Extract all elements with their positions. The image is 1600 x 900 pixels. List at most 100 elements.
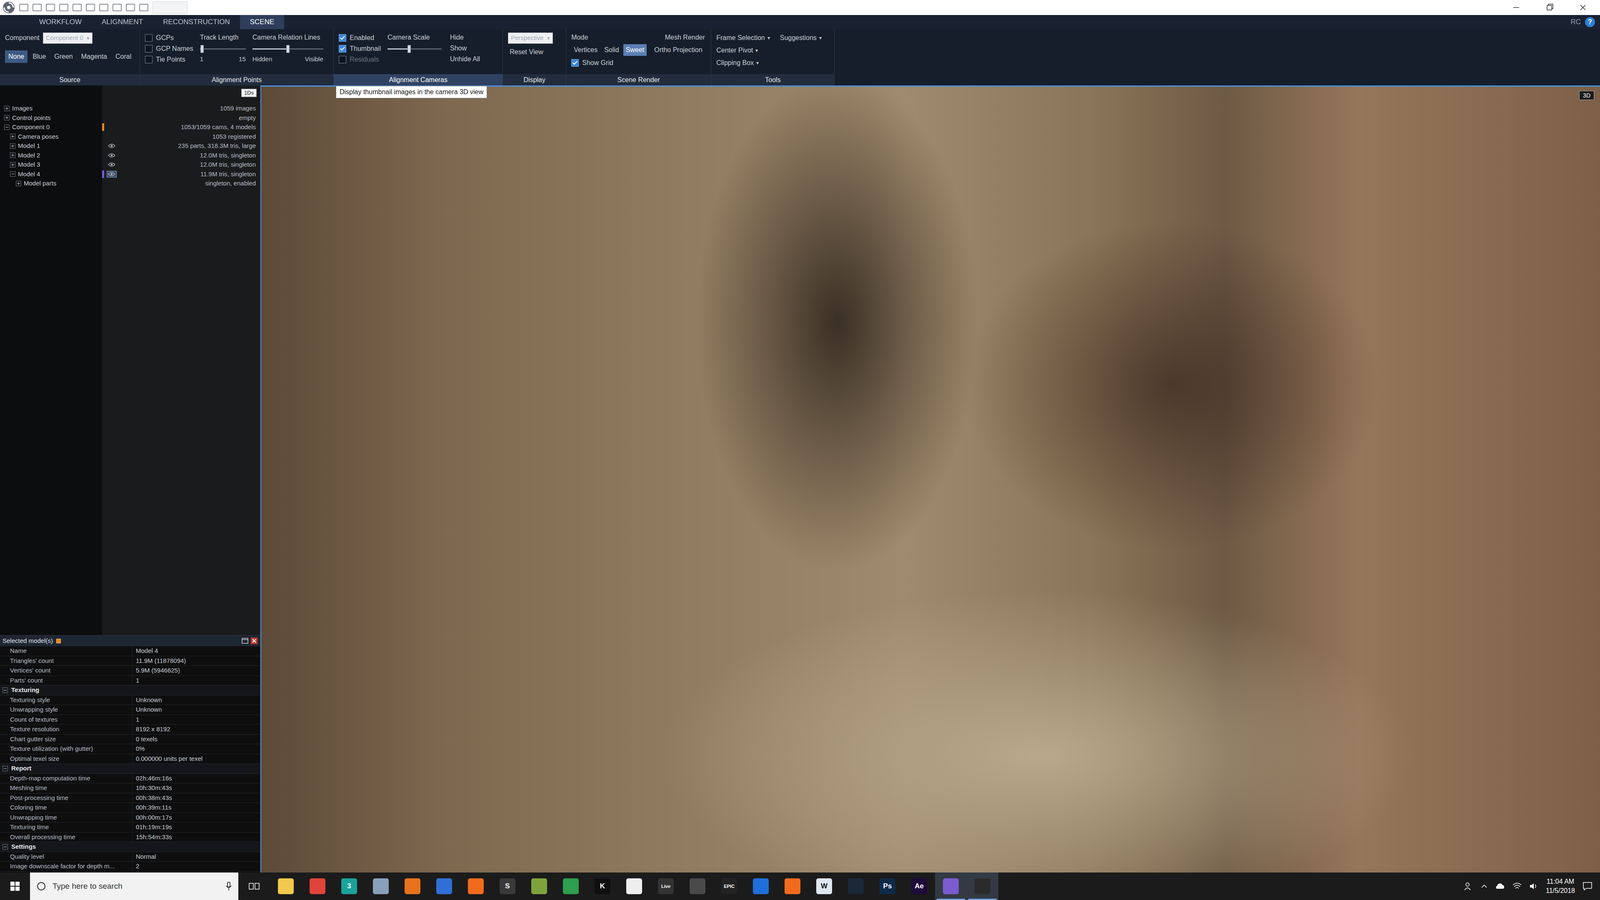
taskbar-app[interactable] [428,872,460,900]
people-icon[interactable] [1464,881,1474,891]
taskbar-app[interactable] [935,872,967,900]
restore-icon[interactable] [1535,0,1565,15]
help-button[interactable]: ? [1585,17,1595,28]
taskbar-app[interactable] [460,872,492,900]
taskbar-app[interactable] [776,872,809,900]
panel-badge[interactable]: 1Ds [241,88,257,98]
microphone-icon[interactable] [225,881,232,891]
taskbar-app[interactable] [840,872,872,900]
taskbar-app[interactable]: K [586,872,619,900]
layout-icon[interactable] [72,3,82,12]
clock[interactable]: 11:04 AM11/5/2018 [1545,877,1575,896]
slider-track[interactable] [387,48,442,50]
checkbox[interactable] [571,59,579,67]
layout-icon[interactable] [139,3,149,12]
taskbar-app[interactable]: W [808,872,840,900]
checkbox-row[interactable]: GCPs [145,32,194,44]
tool-dropdown[interactable]: Frame Selection▾ [716,32,770,44]
layout-icon[interactable] [45,3,55,12]
checkbox[interactable] [338,45,347,53]
taskbar-app[interactable]: Live [650,872,682,900]
scene-3d-view[interactable]: 3D [260,85,1600,873]
expander[interactable] [2,687,8,693]
layout-icon[interactable] [112,3,122,12]
slider-thumb[interactable] [286,45,290,53]
slider[interactable]: Track Length115 [200,32,246,73]
search-box[interactable] [30,872,239,900]
taskbar-app[interactable] [523,872,555,900]
onedrive-icon[interactable] [1495,882,1505,890]
lock-icon[interactable] [56,638,61,644]
minimize-icon[interactable] [1501,0,1531,15]
tree-row[interactable]: Model 411.9M tris, singleton [0,169,260,180]
render-mode-button[interactable]: Sweet [623,44,647,56]
eye-icon[interactable] [107,152,116,158]
tree-row[interactable]: Images1059 images [0,103,260,114]
reset-view-button[interactable]: Reset View [507,47,553,58]
color-button[interactable]: Blue [29,50,50,63]
taskbar-app[interactable] [301,872,334,900]
taskbar-app[interactable]: S [491,872,524,900]
taskbar-app[interactable] [365,872,397,900]
action-center-icon[interactable] [1582,881,1593,891]
tool-dropdown[interactable]: Suggestions▾ [780,32,822,44]
eye-icon[interactable] [107,162,116,168]
render-mode-button[interactable]: Solid [601,44,622,56]
color-button[interactable]: Magenta [77,50,111,63]
taskbar-app[interactable] [555,872,587,900]
property-section[interactable]: Report [0,763,260,774]
expander[interactable] [10,143,16,149]
eye-icon[interactable] [107,143,116,149]
taskbar-app[interactable] [396,872,429,900]
menu-tab[interactable]: WORKFLOW [29,15,92,30]
checkbox[interactable] [338,34,347,42]
menu-tab[interactable]: SCENE [240,15,285,30]
view-mode-badge[interactable]: 3D [1579,90,1595,100]
layout-icon[interactable] [19,3,29,12]
volume-icon[interactable] [1529,882,1539,890]
slider[interactable]: Camera Relation LinesHiddenVisible [252,32,324,73]
camera-button[interactable]: Show [448,43,482,55]
tree-row[interactable]: Model 1235 parts, 318.3M tris, large [0,141,260,151]
close-icon[interactable] [1568,0,1598,15]
slider[interactable]: Camera Scale [387,32,442,73]
tree-row[interactable]: Component 01053/1059 cams, 4 models [0,122,260,133]
chevron-up-icon[interactable] [1480,883,1488,889]
slider-track[interactable] [200,48,246,50]
checkbox[interactable] [145,34,153,42]
render-mode-button[interactable]: Vertices [571,44,600,56]
expander[interactable] [10,152,16,158]
expander[interactable] [10,162,16,168]
layout-icon[interactable] [99,3,109,12]
taskbar-app[interactable]: EPIC [713,872,745,900]
expander[interactable] [4,115,10,121]
windows-start-icon[interactable] [10,881,20,891]
eye-icon[interactable] [106,170,117,178]
tree-row[interactable]: Model 312.0M tris, singleton [0,160,260,170]
checkbox-row[interactable]: Tie Points [145,54,194,65]
slider-thumb[interactable] [200,45,204,53]
color-button[interactable]: Green [50,50,76,63]
quick-tab[interactable] [152,1,188,14]
tree-row[interactable]: Control pointsempty [0,113,260,123]
tool-dropdown[interactable]: Center Pivot▾ [716,45,822,56]
checkbox-row[interactable]: GCP Names [145,43,194,55]
taskbar-app[interactable]: Ps [871,872,904,900]
tree-row[interactable]: Camera poses1053 registered [0,132,260,142]
close-icon[interactable] [250,637,258,645]
tree-row[interactable]: Model partssingleton, enabled [0,178,260,189]
camera-button[interactable]: Unhide All [448,54,482,65]
camera-button[interactable]: Hide [448,32,482,44]
checkbox[interactable] [145,45,153,53]
taskbar-app[interactable] [270,872,302,900]
layout-icon[interactable] [59,3,69,12]
taskbar-app[interactable] [745,872,777,900]
network-icon[interactable] [1512,882,1522,890]
checkbox-row[interactable]: Thumbnail [338,43,381,55]
ortho-projection-button[interactable]: Ortho Projection [651,44,705,56]
tool-dropdown[interactable]: Clipping Box▾ [716,57,822,69]
search-input[interactable] [51,880,220,893]
menu-tab[interactable]: ALIGNMENT [91,15,153,30]
layout-icon[interactable] [32,3,42,12]
tree-row[interactable]: Model 212.0M tris, singleton [0,150,260,161]
